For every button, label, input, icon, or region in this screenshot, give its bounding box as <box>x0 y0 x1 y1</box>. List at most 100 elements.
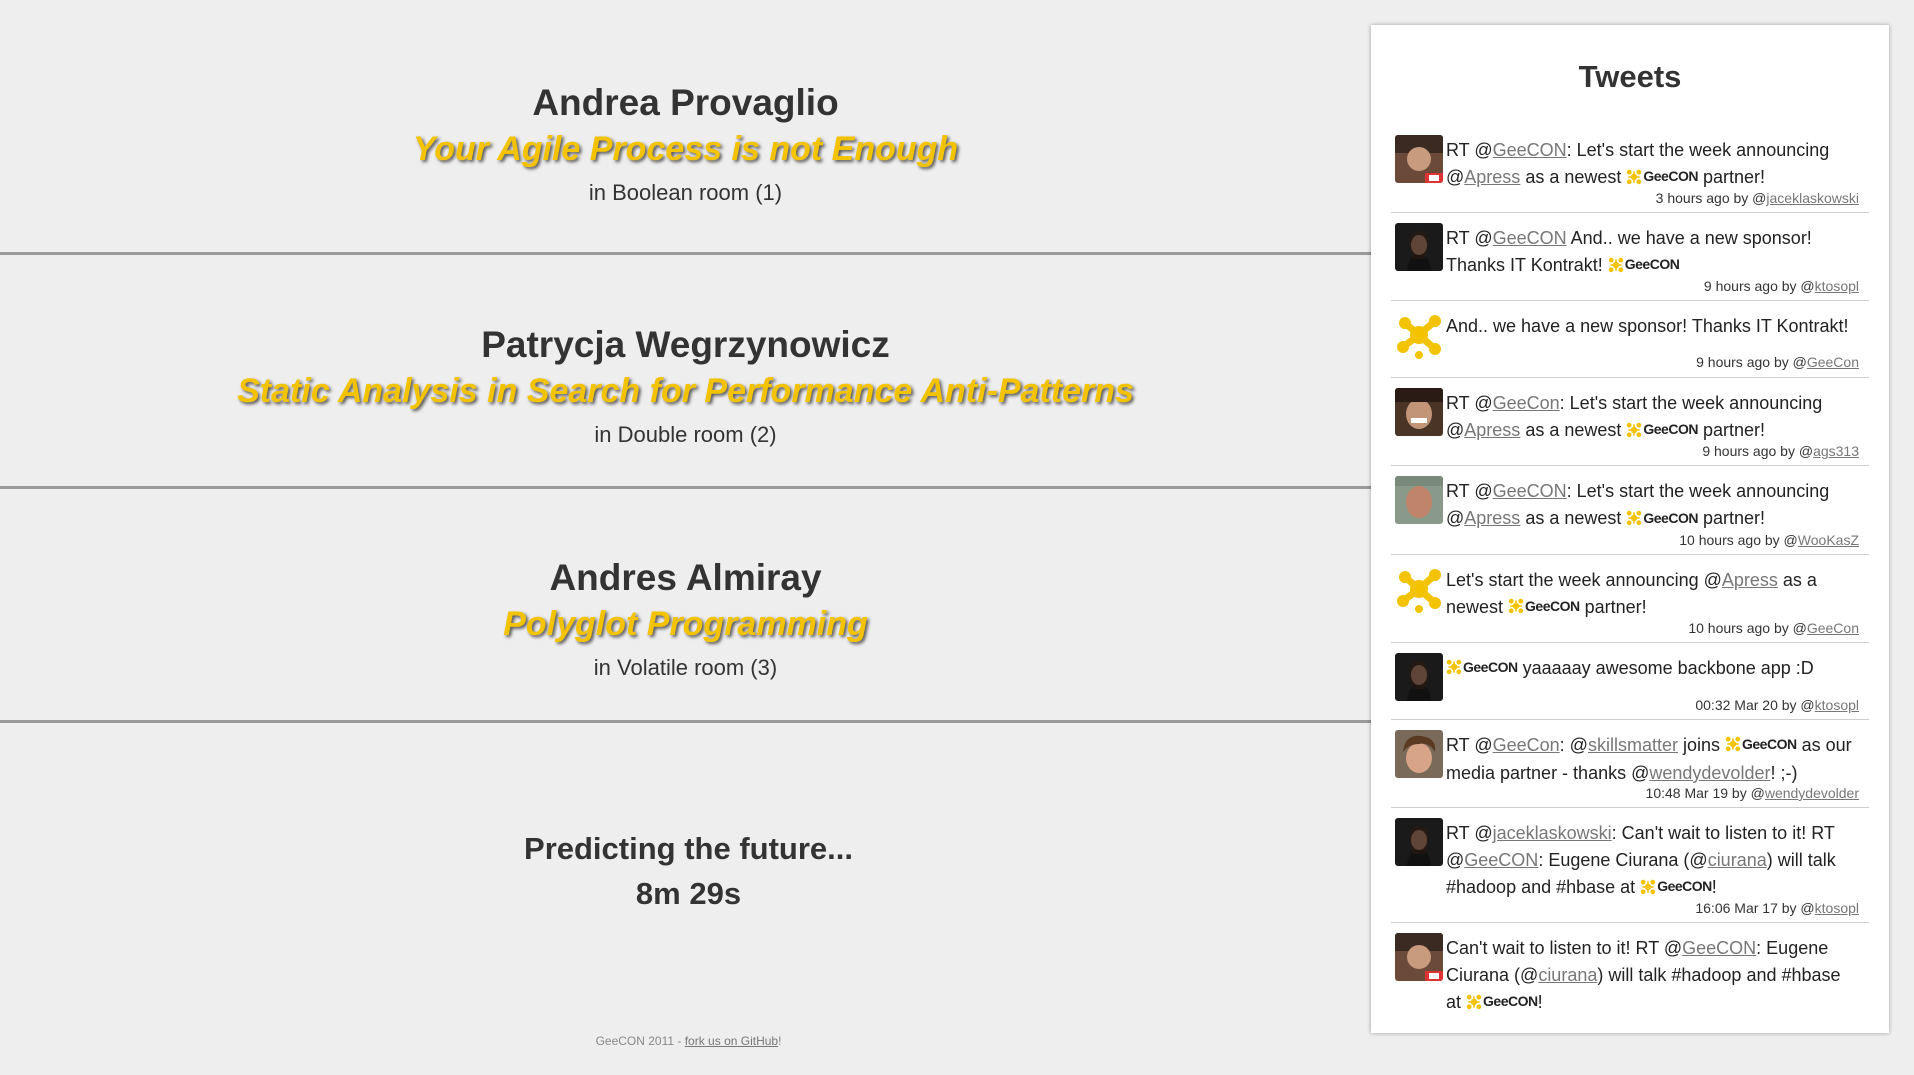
tweet-author-link[interactable]: GeeCon <box>1807 620 1859 636</box>
mention-link[interactable]: Apress <box>1722 570 1778 590</box>
talk-room: in Boolean room (1) <box>588 179 783 205</box>
talk-item: Andrea Provaglio Your Agile Process is n… <box>0 0 1371 255</box>
mention-link[interactable]: GeeCON <box>1493 481 1567 501</box>
user-avatar[interactable] <box>1395 933 1443 981</box>
tweet-meta: 10 hours ago by @WooKasZ <box>1446 532 1859 548</box>
tweet-text: RT @GeeCon: Let's start the week announc… <box>1446 384 1859 445</box>
prediction-block: Predicting the future... 8m 29s <box>0 826 1377 916</box>
geecon-logo-icon[interactable] <box>1395 565 1443 613</box>
tweet-time: 9 hours ago by @ <box>1702 443 1814 460</box>
tweet-time: 10 hours ago by @ <box>1679 531 1798 548</box>
tweet-time: 9 hours ago by @ <box>1703 278 1815 295</box>
tweet-text: Can't wait to listen to it! RT @GeeCON: … <box>1446 929 1859 1017</box>
tweet-text-part: as a newest <box>1520 167 1627 187</box>
talks-column: Andrea Provaglio Your Agile Process is n… <box>0 0 1371 723</box>
tweet-text: RT @GeeCON And.. we have a new sponsor! … <box>1446 219 1859 280</box>
mention-link[interactable]: GeeCON <box>1493 228 1567 248</box>
mention-link[interactable]: GeeCON <box>1493 140 1567 160</box>
tweet-text: RT @GeeCon: @skillsmatter joins GeeCON a… <box>1446 726 1859 787</box>
tweet-author-link[interactable]: ktosopl <box>1815 697 1859 713</box>
tweet-time: 10 hours ago by @ <box>1688 619 1807 636</box>
tweet-author-link[interactable]: WooKasZ <box>1798 532 1859 548</box>
tweet-author-link[interactable]: GeeCon <box>1807 354 1859 370</box>
speaker-name: Andrea Provaglio <box>532 82 839 123</box>
tweet-meta: 9 hours ago by @ktosopl <box>1446 278 1859 294</box>
mention-link[interactable]: GeeCON <box>1464 850 1538 870</box>
tweet-text-part: ! <box>1537 992 1543 1012</box>
tweets-panel[interactable]: Tweets RT @GeeCON: Let's start the week … <box>1371 25 1889 1033</box>
tweet-time: 16:06 Mar 17 by @ <box>1695 900 1815 916</box>
tweet-text-part: partner! <box>1697 508 1765 529</box>
geecon-logo-icon: GeeCON <box>1608 251 1680 279</box>
user-avatar[interactable] <box>1395 135 1443 183</box>
tweet-text-part: RT @ <box>1446 481 1493 502</box>
tweet-author-link[interactable]: wendydevolder <box>1765 785 1859 801</box>
mention-link[interactable]: ciurana <box>1538 965 1597 985</box>
tweet-meta: 16:06 Mar 17 by @ktosopl <box>1446 900 1859 916</box>
tweet-item: And.. we have a new sponsor! Thanks IT K… <box>1391 301 1869 379</box>
tweet-list: RT @GeeCON: Let's start the week announc… <box>1391 125 1869 1023</box>
mention-link[interactable]: Apress <box>1464 420 1520 440</box>
user-avatar[interactable] <box>1395 729 1443 778</box>
tweet-text-part: joins <box>1677 734 1725 755</box>
tweet-text-part: as a newest <box>1520 420 1627 441</box>
geecon-logo-icon: GeeCON <box>1446 653 1518 681</box>
tweet-item: RT @GeeCon: Let's start the week announc… <box>1391 378 1869 467</box>
tweet-time: 00:32 Mar 20 by @ <box>1695 696 1815 713</box>
geecon-logo-icon: GeeCON <box>1466 987 1538 1015</box>
tweet-text-part: And.. we have a new sponsor! Thanks IT K… <box>1446 316 1849 337</box>
talk-room: in Double room (2) <box>594 421 777 447</box>
tweet-author-link[interactable]: ags313 <box>1813 443 1859 459</box>
tweet-author-link[interactable]: jaceklaskowski <box>1766 190 1859 206</box>
tweet-text-part: RT @ <box>1446 228 1493 249</box>
tweet-text-part: RT @ <box>1446 734 1493 755</box>
mention-link[interactable]: skillsmatter <box>1588 735 1678 755</box>
tweet-meta: 3 hours ago by @jaceklaskowski <box>1446 190 1859 206</box>
tweet-author-link[interactable]: ktosopl <box>1815 900 1859 916</box>
mention-link[interactable]: GeeCON <box>1682 938 1756 958</box>
mention-link[interactable]: GeeCon <box>1493 393 1560 413</box>
tweet-meta: 10:48 Mar 19 by @wendydevolder <box>1446 785 1859 801</box>
talk-title: Your Agile Process is not Enough <box>412 130 959 169</box>
tweet-text-part: Let's start the week announcing @ <box>1446 569 1722 590</box>
tweet-text-part: RT @ <box>1446 140 1493 160</box>
mention-link[interactable]: GeeCon <box>1493 735 1560 755</box>
talk-item: Patrycja Wegrzynowicz Static Analysis in… <box>0 255 1371 489</box>
tweet-text-part: yaaaaay awesome backbone app :D <box>1517 657 1814 678</box>
mention-link[interactable]: wendydevolder <box>1649 763 1770 783</box>
geecon-logo-icon: GeeCON <box>1508 592 1580 620</box>
user-avatar[interactable] <box>1395 476 1443 525</box>
tweet-item: RT @GeeCON: Let's start the week announc… <box>1391 466 1869 555</box>
tweet-meta: 00:32 Mar 20 by @ktosopl <box>1446 697 1859 713</box>
user-avatar[interactable] <box>1395 817 1443 866</box>
tweet-item: RT @GeeCON And.. we have a new sponsor! … <box>1391 213 1869 302</box>
tweet-time: 9 hours ago by @ <box>1696 354 1807 371</box>
mention-link[interactable]: jaceklaskowski <box>1493 823 1612 843</box>
tweet-time: 10:48 Mar 19 by @ <box>1645 784 1765 801</box>
talk-item: Andres Almiray Polyglot Programming in V… <box>0 489 1371 723</box>
tweet-meta: 9 hours ago by @GeeCon <box>1446 354 1859 370</box>
github-fork-link[interactable]: fork us on GitHub <box>685 1034 778 1048</box>
tweet-text: GeeCON yaaaaay awesome backbone app :D <box>1446 649 1859 683</box>
user-avatar[interactable] <box>1395 652 1443 701</box>
tweet-text-part: partner! <box>1697 420 1765 441</box>
tweet-author-link[interactable]: ktosopl <box>1815 278 1859 294</box>
tweet-text-part: : @ <box>1559 734 1588 755</box>
user-avatar[interactable] <box>1395 388 1443 437</box>
mention-link[interactable]: Apress <box>1464 167 1520 187</box>
tweet-item: Can't wait to listen to it! RT @GeeCON: … <box>1391 923 1869 1023</box>
tweet-time: 3 hours ago by @ <box>1655 190 1767 207</box>
user-avatar[interactable] <box>1395 223 1443 272</box>
tweet-text-part: partner! <box>1697 167 1765 187</box>
footer: GeeCON 2011 - fork us on GitHub! <box>0 1034 1377 1048</box>
geecon-logo-icon: GeeCON <box>1626 504 1698 532</box>
speaker-name: Patrycja Wegrzynowicz <box>481 324 890 365</box>
tweet-text: RT @GeeCON: Let's start the week announc… <box>1446 131 1859 192</box>
speaker-name: Andres Almiray <box>549 557 822 598</box>
mention-link[interactable]: ciurana <box>1708 850 1767 870</box>
tweet-meta: 10 hours ago by @GeeCon <box>1446 620 1859 636</box>
geecon-logo-icon[interactable] <box>1395 311 1443 360</box>
mention-link[interactable]: Apress <box>1464 508 1520 528</box>
prediction-countdown: 8m 29s <box>635 876 742 911</box>
tweet-item: GeeCON yaaaaay awesome backbone app :D 0… <box>1391 643 1869 720</box>
